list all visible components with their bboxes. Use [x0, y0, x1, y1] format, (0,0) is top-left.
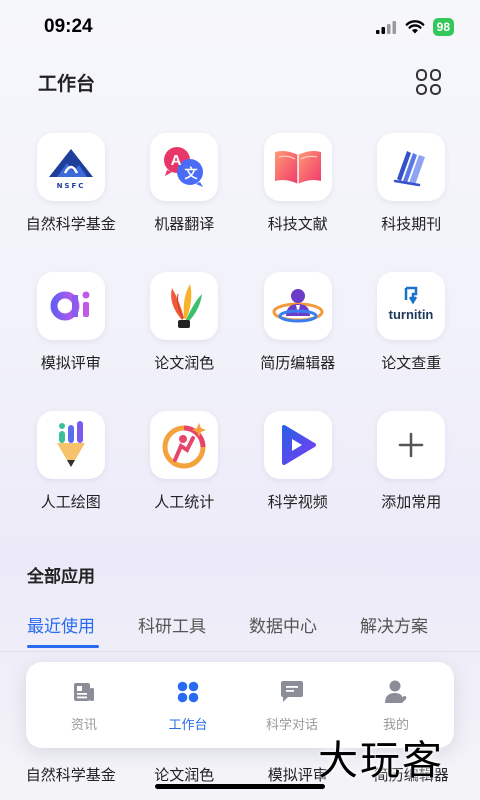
battery-indicator: 98: [432, 18, 454, 36]
nav-label: 科学对话: [265, 717, 318, 733]
video-play-icon: [281, 425, 316, 465]
app-tile-resume[interactable]: 简历编辑器: [241, 272, 355, 411]
app-tile-translate[interactable]: A 文 机器翻译: [128, 133, 242, 272]
app-label: 科学视频: [267, 493, 328, 511]
status-time: 09:24: [44, 16, 93, 37]
app-tile-nsfc[interactable]: NSFC 自然科学基金: [14, 133, 128, 272]
journal-pages-icon: [394, 151, 426, 187]
app-label: 机器翻译: [154, 215, 215, 233]
app-label: 人工统计: [154, 493, 215, 511]
ai-logo-icon: [50, 291, 90, 321]
tab-solutions[interactable]: 解决方案: [360, 612, 471, 637]
active-tab-indicator: [27, 645, 99, 648]
workbench-icon: [177, 681, 199, 702]
tab-data-center[interactable]: 数据中心: [249, 612, 360, 637]
nav-profile[interactable]: 我的: [348, 678, 444, 733]
app-tile-journal[interactable]: 科技期刊: [355, 133, 469, 272]
status-icons: 98: [375, 18, 454, 36]
translate-icon: A 文: [164, 147, 204, 187]
plus-icon: [399, 432, 424, 458]
chat-icon: [281, 680, 303, 702]
turnitin-logo-icon: turnitin: [389, 286, 434, 322]
category-tabs: 最近使用 科研工具 数据中心 解决方案: [27, 612, 471, 637]
app-tile-polish[interactable]: 论文润色: [128, 272, 242, 411]
recent-item[interactable]: 自然科学基金: [14, 764, 128, 785]
svg-text:文: 文: [185, 166, 199, 182]
app-label: 添加常用: [381, 493, 442, 511]
app-label: 人工绘图: [40, 493, 101, 511]
app-label: 简历编辑器: [260, 354, 336, 372]
app-tile-review[interactable]: 模拟评审: [14, 272, 128, 411]
app-label: 论文润色: [154, 354, 215, 372]
app-label: 模拟评审: [40, 354, 101, 372]
app-label: 科技期刊: [381, 215, 442, 233]
app-tile-drawing[interactable]: 人工绘图: [14, 411, 128, 550]
tab-research-tools[interactable]: 科研工具: [138, 612, 249, 637]
grid-menu-icon[interactable]: [416, 69, 442, 95]
watermark: 大玩客: [318, 738, 444, 784]
divider: [0, 651, 480, 652]
app-tile-add[interactable]: 添加常用: [355, 411, 469, 550]
app-label: 自然科学基金: [25, 215, 116, 233]
status-bar: 09:24 98: [0, 0, 480, 54]
app-tile-literature[interactable]: 科技文献: [241, 133, 355, 272]
app-tile-video[interactable]: 科学视频: [241, 411, 355, 550]
recent-item[interactable]: 论文润色: [128, 764, 242, 785]
wifi-icon: [405, 20, 425, 34]
nav-workbench[interactable]: 工作台: [140, 678, 236, 733]
nav-label: 资讯: [70, 717, 97, 733]
app-tile-plagiarism[interactable]: turnitin 论文查重: [355, 272, 469, 411]
nav-label: 工作台: [168, 717, 208, 733]
svg-text:A: A: [171, 152, 182, 169]
page-title: 工作台: [38, 72, 96, 95]
section-title: 全部应用: [27, 567, 95, 587]
quill-pen-icon: [171, 284, 203, 328]
app-label: 论文查重: [381, 354, 442, 372]
turnitin-text: turnitin: [389, 307, 434, 322]
app-grid: NSFC 自然科学基金 A 文 机器翻译 科技文献 科技期刊 模拟评审 论文润色…: [14, 133, 474, 550]
signal-icon: [375, 21, 396, 34]
drawing-pencil-icon: [56, 421, 85, 467]
nsfc-logo-icon: NSFC: [48, 149, 93, 190]
open-book-icon: [274, 151, 321, 184]
nav-news[interactable]: 资讯: [36, 678, 132, 733]
news-icon: [74, 682, 94, 701]
app-label: 科技文献: [267, 215, 328, 233]
profile-icon: [385, 680, 407, 703]
tab-recent[interactable]: 最近使用: [27, 612, 138, 637]
statistics-person-icon: [162, 423, 207, 469]
header: 工作台: [0, 62, 480, 102]
resume-person-icon: [272, 289, 324, 323]
app-tile-statistics[interactable]: 人工统计: [128, 411, 242, 550]
home-indicator: [155, 784, 325, 789]
nsfc-text: NSFC: [56, 182, 85, 190]
nav-science-chat[interactable]: 科学对话: [244, 678, 340, 733]
